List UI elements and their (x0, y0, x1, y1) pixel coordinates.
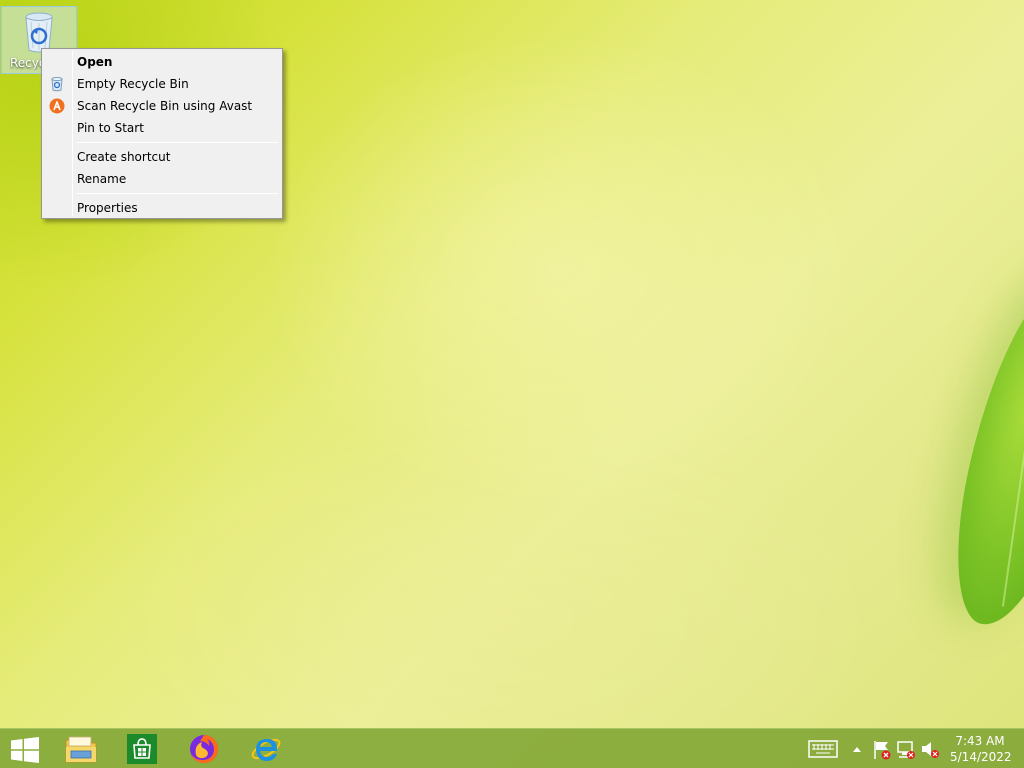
tray-touch-keyboard[interactable] (808, 729, 838, 768)
menu-item-rename[interactable]: Rename (44, 168, 280, 190)
taskbar-store[interactable] (116, 731, 168, 767)
menu-item-properties[interactable]: Properties (44, 197, 280, 219)
recycle-bin-icon (51, 77, 63, 92)
menu-item-label: Pin to Start (77, 121, 144, 135)
volume-muted-icon (922, 742, 939, 758)
menu-item-label: Properties (77, 201, 138, 215)
internet-explorer-icon (251, 738, 281, 761)
menu-item-label: Rename (77, 172, 127, 186)
menu-separator (76, 193, 278, 194)
menu-item-create-shortcut[interactable]: Create shortcut (44, 146, 280, 168)
avast-icon (49, 98, 65, 114)
start-button[interactable] (4, 733, 46, 767)
menu-item-empty-recycle-bin[interactable]: Empty Recycle Bin (44, 73, 280, 95)
store-icon (127, 734, 157, 764)
menu-item-open[interactable]: Open (44, 51, 280, 73)
taskbar-clock[interactable]: 7:43 AM 5/14/2022 (950, 733, 1012, 765)
context-menu: Open Empty Recycle Bin Scan Recycle Bin … (41, 48, 283, 219)
menu-item-scan-avast[interactable]: Scan Recycle Bin using Avast (44, 95, 280, 117)
wallpaper-leaf (937, 262, 1024, 638)
taskbar-firefox[interactable] (178, 731, 230, 767)
chevron-up-icon (853, 747, 861, 752)
touch-keyboard-icon (808, 740, 838, 758)
menu-item-pin-to-start[interactable]: Pin to Start (44, 117, 280, 139)
menu-separator (76, 142, 278, 143)
menu-item-label: Create shortcut (77, 150, 171, 164)
firefox-icon (190, 734, 219, 763)
tray-show-hidden-icons[interactable] (850, 729, 864, 768)
windows-logo-icon (11, 737, 39, 763)
tray-volume[interactable] (920, 729, 940, 768)
clock-time: 7:43 AM (955, 734, 1005, 748)
menu-item-label: Scan Recycle Bin using Avast (77, 99, 253, 113)
menu-item-label: Empty Recycle Bin (77, 77, 189, 91)
file-explorer-icon (65, 736, 97, 763)
tray-action-center[interactable] (872, 729, 892, 768)
taskbar: 7:43 AM 5/14/2022 (0, 728, 1024, 768)
network-icon (897, 741, 915, 759)
taskbar-file-explorer[interactable] (55, 731, 107, 767)
clock-date: 5/14/2022 (950, 750, 1012, 764)
menu-item-label: Open (77, 55, 113, 69)
tray-network[interactable] (896, 729, 916, 768)
taskbar-internet-explorer[interactable] (240, 731, 292, 767)
action-center-flag-icon (874, 741, 891, 760)
